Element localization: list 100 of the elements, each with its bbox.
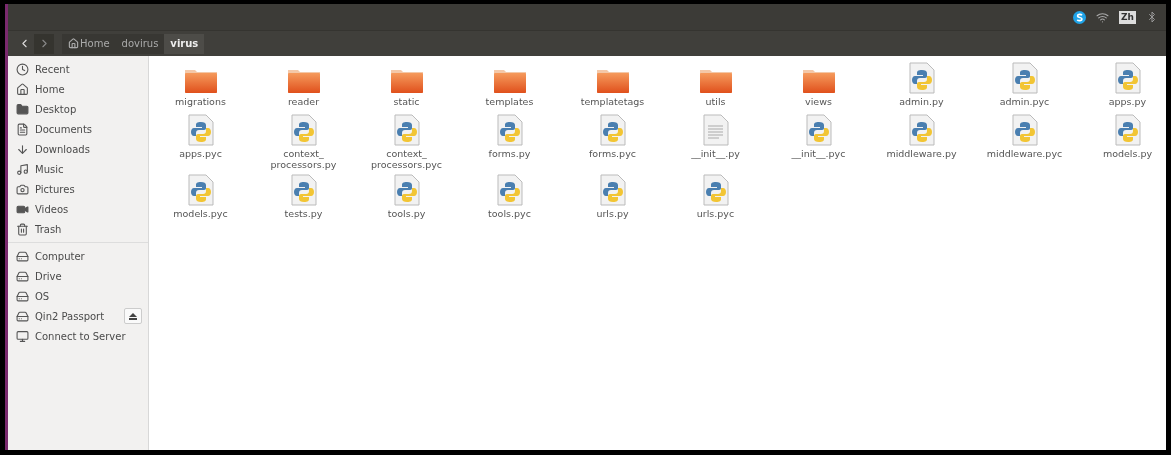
- file-item[interactable]: reader: [252, 62, 355, 114]
- sidebar-item[interactable]: Downloads: [8, 139, 148, 159]
- python-file-icon: [1011, 62, 1038, 94]
- file-name: static: [392, 96, 421, 107]
- file-item[interactable]: forms.pyc: [561, 114, 664, 174]
- file-name: templatetags: [579, 96, 646, 107]
- file-item[interactable]: models.py: [1076, 114, 1166, 174]
- sidebar-item[interactable]: Desktop: [8, 99, 148, 119]
- eject-button[interactable]: [124, 308, 142, 324]
- file-name: context_ processors.py: [269, 148, 338, 170]
- file-name: urls.py: [595, 208, 630, 219]
- file-name: tests.py: [283, 208, 324, 219]
- file-item[interactable]: context_ processors.pyc: [355, 114, 458, 174]
- sidebar-item[interactable]: Trash: [8, 219, 148, 239]
- home-icon: [68, 38, 79, 49]
- file-name: __init__.pyc: [790, 148, 847, 159]
- file-name: tools.py: [386, 208, 427, 219]
- sidebar-item[interactable]: Videos: [8, 199, 148, 219]
- file-name: forms.py: [487, 148, 532, 159]
- file-name: urls.pyc: [695, 208, 736, 219]
- file-name: apps.pyc: [178, 148, 223, 159]
- file-name: templates: [484, 96, 535, 107]
- trash-icon: [16, 222, 29, 236]
- file-item[interactable]: templates: [458, 62, 561, 114]
- file-name: migrations: [174, 96, 227, 107]
- python-file-icon: [908, 62, 935, 94]
- breadcrumb[interactable]: dovirus: [115, 33, 165, 54]
- eject-icon: [129, 312, 137, 320]
- sidebar-item[interactable]: OS: [8, 286, 148, 306]
- file-item[interactable]: urls.py: [561, 174, 664, 226]
- python-file-icon: [1114, 62, 1141, 94]
- folder-icon: [595, 68, 630, 94]
- file-item[interactable]: utils: [664, 62, 767, 114]
- file-name: apps.py: [1107, 96, 1148, 107]
- file-item[interactable]: migrations: [149, 62, 252, 114]
- python-file-icon: [1011, 114, 1038, 146]
- python-file-icon: [1114, 114, 1141, 146]
- sidebar-item[interactable]: Pictures: [8, 179, 148, 199]
- sidebar-item[interactable]: Music: [8, 159, 148, 179]
- file-name: middleware.pyc: [985, 148, 1064, 159]
- file-item[interactable]: context_ processors.py: [252, 114, 355, 174]
- file-item[interactable]: forms.py: [458, 114, 561, 174]
- file-name: models.py: [1101, 148, 1154, 159]
- file-item[interactable]: tests.py: [252, 174, 355, 226]
- file-item[interactable]: __init__.pyc: [767, 114, 870, 174]
- file-name: reader: [286, 96, 321, 107]
- sidebar-item[interactable]: Computer: [8, 246, 148, 266]
- file-name: admin.pyc: [998, 96, 1051, 107]
- python-file-icon: [187, 114, 214, 146]
- python-file-icon: [599, 114, 626, 146]
- file-item[interactable]: middleware.pyc: [973, 114, 1076, 174]
- file-item[interactable]: templatetags: [561, 62, 664, 114]
- python-file-icon: [908, 114, 935, 146]
- bluetooth-icon[interactable]: [1146, 11, 1158, 23]
- file-item[interactable]: models.pyc: [149, 174, 252, 226]
- skype-icon[interactable]: [1073, 10, 1087, 24]
- sidebar-item[interactable]: Drive: [8, 266, 148, 286]
- file-name: forms.pyc: [588, 148, 637, 159]
- file-name: utils: [704, 96, 727, 107]
- file-name: tools.pyc: [487, 208, 532, 219]
- file-item[interactable]: admin.py: [870, 62, 973, 114]
- file-item[interactable]: urls.pyc: [664, 174, 767, 226]
- sidebar-item[interactable]: Home: [8, 79, 148, 99]
- drive-icon: [16, 309, 29, 323]
- file-item[interactable]: tools.pyc: [458, 174, 561, 226]
- file-item[interactable]: middleware.py: [870, 114, 973, 174]
- sidebar-item[interactable]: Qin2 Passport: [8, 306, 148, 326]
- folder-icon: [801, 68, 836, 94]
- python-file-icon: [290, 114, 317, 146]
- monitor-icon: [16, 329, 29, 343]
- sidebar-item[interactable]: Recent: [8, 59, 148, 79]
- file-name: models.pyc: [172, 208, 229, 219]
- drive-icon: [16, 249, 29, 263]
- file-item[interactable]: tools.py: [355, 174, 458, 226]
- text-file-icon: [702, 114, 729, 146]
- folder-icon: [492, 68, 527, 94]
- file-item[interactable]: views: [767, 62, 870, 114]
- file-name: __init__.py: [690, 148, 741, 159]
- folder-icon: [16, 102, 29, 116]
- sidebar-item[interactable]: Documents: [8, 119, 148, 139]
- drive-icon: [16, 269, 29, 283]
- python-file-icon: [393, 174, 420, 206]
- wifi-icon[interactable]: [1096, 10, 1110, 24]
- python-file-icon: [496, 114, 523, 146]
- sidebar-item[interactable]: Connect to Server: [8, 326, 148, 346]
- breadcrumb[interactable]: virus: [164, 33, 205, 54]
- file-item[interactable]: static: [355, 62, 458, 114]
- input-method-indicator[interactable]: Zh: [1119, 10, 1136, 24]
- file-item[interactable]: apps.py: [1076, 62, 1166, 114]
- file-name: admin.py: [898, 96, 945, 107]
- python-file-icon: [599, 174, 626, 206]
- file-item[interactable]: admin.pyc: [973, 62, 1076, 114]
- forward-button[interactable]: [34, 33, 54, 54]
- python-file-icon: [805, 114, 832, 146]
- file-item[interactable]: __init__.py: [664, 114, 767, 174]
- python-file-icon: [187, 174, 214, 206]
- folder-icon: [286, 68, 321, 94]
- file-name: middleware.py: [885, 148, 958, 159]
- file-item[interactable]: apps.pyc: [149, 114, 252, 174]
- breadcrumb[interactable]: Home: [62, 33, 116, 54]
